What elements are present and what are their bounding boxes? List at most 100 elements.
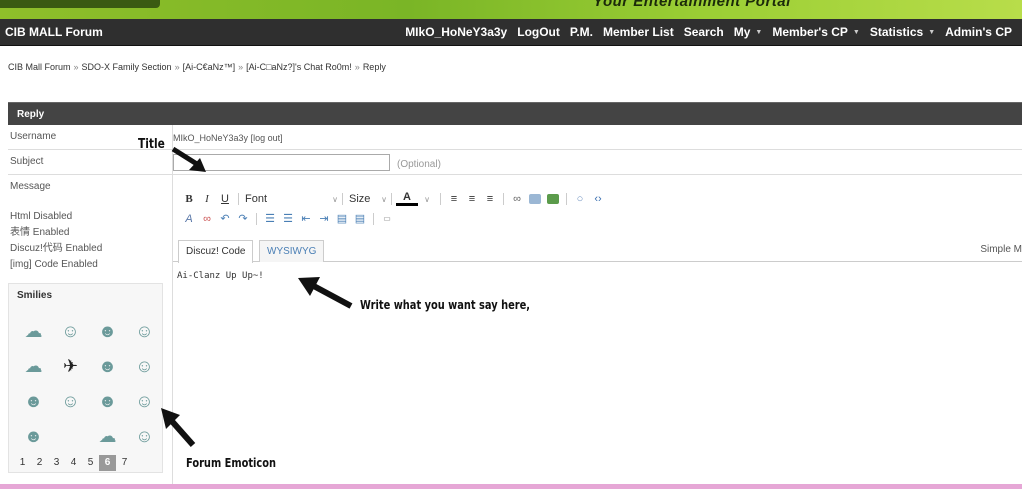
- smilies-page-6[interactable]: 6: [99, 455, 116, 471]
- breadcrumb-separator: »: [354, 62, 360, 72]
- nav-logout[interactable]: LogOut: [517, 25, 560, 39]
- remove-format-icon[interactable]: A: [180, 213, 198, 225]
- tab-wysiwyg[interactable]: WYSIWYG: [259, 240, 325, 262]
- ordered-list-icon[interactable]: ☰: [261, 212, 279, 225]
- nav-statistics[interactable]: Statistics ▼: [870, 25, 935, 39]
- arrow-icon: [298, 277, 353, 309]
- posting-status: Html Disabled 表情 Enabled Discuz!代码 Enabl…: [10, 209, 102, 273]
- underline-icon[interactable]: U: [216, 193, 234, 205]
- link-icon[interactable]: ∞: [508, 193, 526, 205]
- page-bottom-bar: [0, 484, 1022, 489]
- unlink-icon[interactable]: ∞: [198, 213, 216, 225]
- align-center-icon[interactable]: ≡: [463, 193, 481, 205]
- nav-pm-label: P.M.: [569, 25, 594, 39]
- media-icon[interactable]: [547, 194, 559, 204]
- smilies-panel: Smilies ☁ ☺ ☻ ☺ ☁ ✈ ☻ ☺ ☻ ☺ ☻ ☺ ☻ ☁ ☺ 1 …: [8, 283, 163, 473]
- unordered-list-icon[interactable]: ☰: [279, 212, 297, 225]
- smiley-icon[interactable]: ☻: [89, 349, 126, 384]
- smiley-icon[interactable]: ✈: [52, 349, 89, 384]
- toolbar-divider: [503, 193, 504, 205]
- toolbar-divider: [373, 212, 374, 225]
- align-left-icon[interactable]: ≡: [445, 193, 463, 205]
- smilies-page-1[interactable]: 1: [14, 455, 31, 471]
- smilies-page-4[interactable]: 4: [65, 455, 82, 471]
- smiley-icon[interactable]: ☁: [15, 349, 52, 384]
- chevron-down-icon: ▼: [755, 28, 763, 36]
- site-logo[interactable]: [0, 0, 160, 8]
- forum-brand-link[interactable]: CIB MALL Forum: [5, 25, 103, 39]
- smiley-icon[interactable]: ☻: [15, 419, 52, 454]
- float-right-icon[interactable]: ▤: [351, 212, 369, 225]
- smiley-icon[interactable]: ☻: [89, 384, 126, 419]
- outdent-icon[interactable]: ⇤: [297, 212, 315, 225]
- nav-search[interactable]: Search: [684, 25, 724, 39]
- message-label: Message: [10, 181, 51, 192]
- nav-pm[interactable]: P.M.: [570, 25, 593, 39]
- font-select-label: Font: [245, 193, 268, 205]
- username-value: MIkO_HoNeY3a3y [log out]: [173, 133, 283, 143]
- subject-optional-hint: (Optional): [397, 159, 441, 170]
- nav-username[interactable]: MIkO_HoNeY3a3y: [405, 25, 507, 39]
- nav-admin-cp[interactable]: Admin's CP: [945, 25, 1012, 39]
- nav-logout-label: LogOut: [517, 25, 560, 39]
- discuz-code-status: Discuz!代码 Enabled: [10, 243, 103, 254]
- redo-icon[interactable]: ↷: [234, 212, 252, 225]
- toolbar-divider: [566, 193, 567, 205]
- align-right-icon[interactable]: ≡: [481, 193, 499, 205]
- breadcrumb-separator: »: [238, 62, 244, 72]
- username-text: MIkO_HoNeY3a3y: [173, 133, 249, 143]
- breadcrumb-subforum[interactable]: [Ai-C€aNz™]: [183, 62, 236, 72]
- toolbar-divider: [256, 212, 257, 225]
- size-select[interactable]: Size ∨: [347, 193, 387, 205]
- smiley-empty-slot: [52, 419, 89, 454]
- chevron-down-icon: ▼: [928, 28, 936, 36]
- smiley-icon[interactable]: ☺: [52, 384, 89, 419]
- font-color-icon[interactable]: A: [396, 192, 418, 206]
- nav-my[interactable]: My ▼: [734, 25, 763, 39]
- breadcrumb-separator: »: [174, 62, 180, 72]
- quote-icon[interactable]: ○: [571, 193, 589, 205]
- smiley-icon[interactable]: ☺: [126, 314, 163, 349]
- subject-label: Subject: [8, 150, 173, 175]
- smiley-icon[interactable]: ☁: [15, 314, 52, 349]
- nav-statistics-label: Statistics: [869, 25, 924, 39]
- smiley-icon[interactable]: ☻: [89, 314, 126, 349]
- smiley-icon[interactable]: ☺: [126, 349, 163, 384]
- breadcrumb-current: Reply: [362, 62, 386, 72]
- smilies-page-3[interactable]: 3: [48, 455, 65, 471]
- html-status: Html Disabled: [10, 211, 73, 222]
- nav-member-list-label: Member List: [603, 25, 674, 39]
- breadcrumb-section[interactable]: SDO-X Family Section: [82, 62, 172, 72]
- breadcrumb-thread[interactable]: [Ai-C□aNz?]'s Chat Ro0m!: [246, 62, 352, 72]
- reply-header-title: Reply: [17, 109, 45, 120]
- bold-icon[interactable]: B: [180, 193, 198, 205]
- nav-members-cp[interactable]: Member's CP ▼: [772, 25, 859, 39]
- undo-icon[interactable]: ↶: [216, 212, 234, 225]
- smilies-page-7[interactable]: 7: [116, 455, 133, 471]
- toolbar-divider: [238, 193, 239, 205]
- image-icon[interactable]: [529, 194, 541, 204]
- smilies-status: 表情 Enabled: [10, 227, 70, 238]
- nav-member-list[interactable]: Member List: [603, 25, 674, 39]
- smiley-icon[interactable]: ☁: [89, 419, 126, 454]
- float-left-icon[interactable]: ▤: [333, 212, 351, 225]
- italic-icon[interactable]: I: [198, 193, 216, 205]
- smiley-icon[interactable]: ☺: [52, 314, 89, 349]
- chevron-down-icon[interactable]: ∨: [418, 195, 436, 204]
- smilies-page-5[interactable]: 5: [82, 455, 99, 471]
- free-tag-icon[interactable]: ▭: [378, 214, 396, 223]
- size-select-label: Size: [349, 193, 371, 205]
- breadcrumb-forum[interactable]: CIB Mall Forum: [8, 62, 71, 72]
- row-divider: [173, 149, 1022, 150]
- editor-toolbar-bottom: A ∞ ↶ ↷ ☰ ☰ ⇤ ⇥ ▤ ▤ ▭: [180, 212, 396, 225]
- simple-mode-toggle[interactable]: Simple M: [980, 244, 1022, 255]
- nav-members-cp-label: Member's CP: [772, 25, 848, 39]
- indent-icon[interactable]: ⇥: [315, 212, 333, 225]
- font-select[interactable]: Font ∨: [243, 193, 338, 205]
- smilies-page-2[interactable]: 2: [31, 455, 48, 471]
- tab-discuz-code[interactable]: Discuz! Code: [178, 240, 254, 263]
- breadcrumb: CIB Mall Forum» SDO-X Family Section» [Ai-…: [8, 62, 386, 72]
- code-icon[interactable]: ‹›: [589, 193, 607, 205]
- smiley-icon[interactable]: ☻: [15, 384, 52, 419]
- logout-link[interactable]: [log out]: [251, 133, 283, 143]
